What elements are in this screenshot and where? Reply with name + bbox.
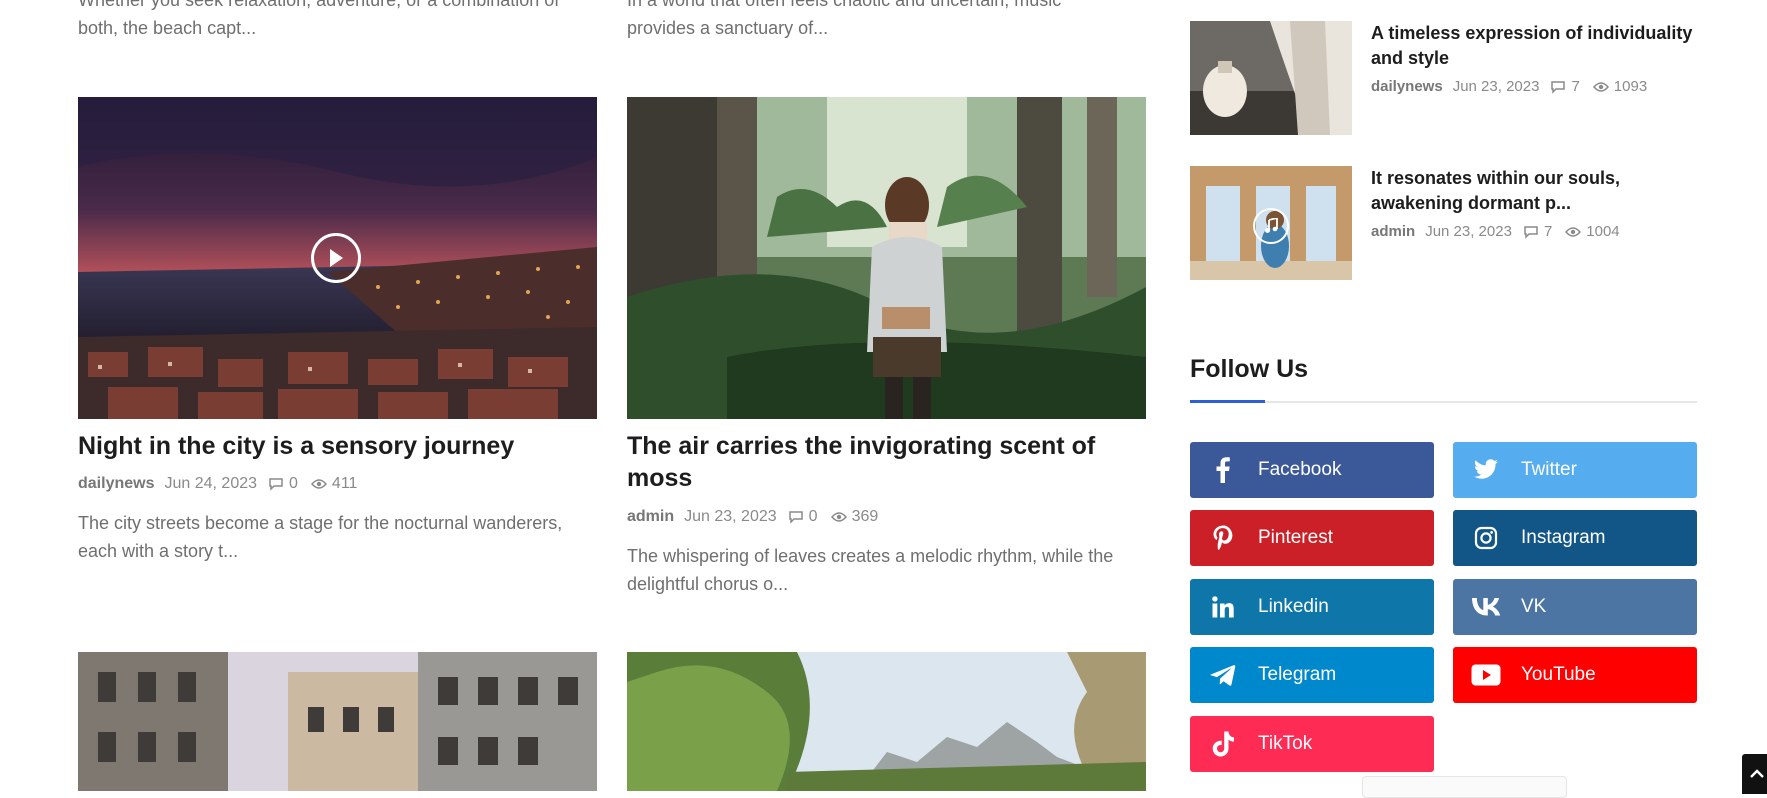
view-count: 1093 <box>1592 78 1647 95</box>
post-excerpt: In a world that often feels chaotic and … <box>627 0 1062 38</box>
twitter-icon <box>1471 455 1501 485</box>
post-thumbnail-mountains[interactable] <box>627 652 1146 791</box>
eye-icon <box>310 477 328 491</box>
view-count: 1004 <box>1564 223 1620 240</box>
post-meta: dailynews Jun 23, 2023 7 1093 <box>1371 78 1653 95</box>
sidebar-post-title[interactable]: A timeless expression of individuality a… <box>1371 21 1701 71</box>
post-excerpt: The whispering of leaves creates a melod… <box>627 546 1114 594</box>
section-divider-accent <box>1190 400 1265 403</box>
social-button-pinterest[interactable]: Pinterest <box>1190 510 1434 566</box>
social-button-linkedin[interactable]: Linkedin <box>1190 579 1434 635</box>
facebook-icon <box>1208 455 1238 485</box>
sidebar-post-thumbnail[interactable] <box>1190 21 1352 135</box>
social-button-youtube[interactable]: YouTube <box>1453 647 1697 703</box>
post-author[interactable]: dailynews <box>78 475 154 493</box>
tiktok-icon <box>1208 729 1238 759</box>
view-count: 411 <box>310 475 357 493</box>
comment-count[interactable]: 0 <box>787 508 818 526</box>
youtube-icon <box>1471 660 1501 690</box>
social-button-instagram[interactable]: Instagram <box>1453 510 1697 566</box>
telegram-icon <box>1208 660 1238 690</box>
toast-popup <box>1362 776 1567 798</box>
eye-icon <box>830 510 848 524</box>
social-button-facebook[interactable]: Facebook <box>1190 442 1434 498</box>
play-audio-button[interactable] <box>1253 208 1289 244</box>
play-icon <box>327 248 345 268</box>
linkedin-icon <box>1208 592 1238 622</box>
post-author[interactable]: admin <box>627 508 674 526</box>
pinterest-icon <box>1208 523 1238 553</box>
vk-icon <box>1471 592 1501 622</box>
music-note-icon <box>1264 218 1278 234</box>
post-excerpt: Whether you seek relaxation, adventure, … <box>78 0 560 38</box>
eye-icon <box>1592 80 1610 94</box>
post-date: Jun 23, 2023 <box>1452 78 1540 95</box>
comment-icon <box>1549 80 1567 94</box>
scroll-to-top-button[interactable] <box>1742 754 1767 794</box>
comment-count[interactable]: 7 <box>1549 78 1580 95</box>
post-thumbnail-street[interactable] <box>78 652 597 791</box>
comment-count[interactable]: 0 <box>267 475 298 493</box>
play-video-button[interactable] <box>311 233 361 283</box>
post-date: Jun 24, 2023 <box>164 475 258 492</box>
social-button-tiktok[interactable]: TikTok <box>1190 716 1434 772</box>
post-author[interactable]: admin <box>1371 223 1415 240</box>
comment-icon <box>787 510 805 524</box>
post-meta: admin Jun 23, 2023 7 1004 <box>1371 223 1626 240</box>
post-author[interactable]: dailynews <box>1371 78 1443 95</box>
post-meta: admin Jun 23, 2023 0 369 <box>627 508 884 526</box>
comment-icon <box>1522 225 1540 239</box>
post-meta: dailynews Jun 24, 2023 0 411 <box>78 475 363 493</box>
social-button-telegram[interactable]: Telegram <box>1190 647 1434 703</box>
social-button-vk[interactable]: VK <box>1453 579 1697 635</box>
follow-us-heading: Follow Us <box>1190 355 1309 383</box>
instagram-icon <box>1471 523 1501 553</box>
post-date: Jun 23, 2023 <box>684 508 777 525</box>
comment-count[interactable]: 7 <box>1522 223 1552 240</box>
post-thumbnail-forest-hiker[interactable] <box>627 97 1146 419</box>
sidebar-post-title[interactable]: It resonates within our souls, awakening… <box>1371 166 1701 216</box>
eye-icon <box>1564 225 1582 239</box>
post-title[interactable]: Night in the city is a sensory journey <box>78 430 597 462</box>
section-divider <box>1190 401 1697 403</box>
comment-icon <box>267 477 285 491</box>
arrow-up-icon <box>1750 768 1764 778</box>
post-title[interactable]: The air carries the invigorating scent o… <box>627 430 1146 494</box>
social-button-twitter[interactable]: Twitter <box>1453 442 1697 498</box>
post-date: Jun 23, 2023 <box>1425 223 1512 240</box>
view-count: 369 <box>830 508 878 526</box>
post-excerpt: The city streets become a stage for the … <box>78 513 563 561</box>
